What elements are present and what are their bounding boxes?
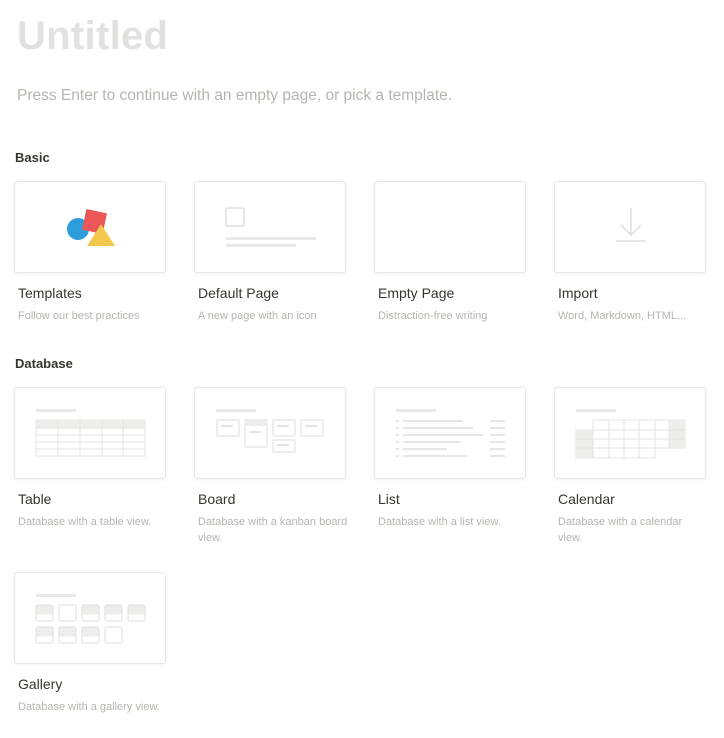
card-title: Table bbox=[18, 491, 52, 507]
card-title: Calendar bbox=[558, 491, 615, 507]
page-with-icon-icon bbox=[225, 207, 316, 247]
card-title: List bbox=[378, 491, 400, 507]
import-thumbnail[interactable] bbox=[554, 181, 706, 273]
default-page-thumbnail[interactable] bbox=[194, 181, 346, 273]
table-preview-icon bbox=[35, 409, 146, 457]
card-description: Database with a calendar view. bbox=[558, 516, 683, 544]
card-title: Gallery bbox=[18, 676, 63, 692]
card-description: Word, Markdown, HTML... bbox=[558, 310, 687, 322]
card-description: A new page with an icon bbox=[198, 310, 317, 322]
empty-page-thumbnail[interactable] bbox=[374, 181, 526, 273]
card-description: Database with a kanban board view. bbox=[198, 516, 348, 544]
card-title: Default Page bbox=[198, 285, 279, 301]
card-description: Follow our best practices bbox=[18, 310, 140, 322]
gallery-preview-icon bbox=[35, 594, 146, 644]
table-thumbnail[interactable] bbox=[14, 387, 166, 479]
card-description: Database with a list view. bbox=[378, 516, 501, 528]
section-label-basic: Basic bbox=[15, 150, 50, 165]
templates-thumbnail[interactable] bbox=[14, 181, 166, 273]
card-title: Empty Page bbox=[378, 285, 455, 301]
board-preview-icon bbox=[216, 409, 324, 453]
page-title[interactable]: Untitled bbox=[17, 14, 168, 59]
list-preview-icon bbox=[396, 409, 505, 457]
section-label-database: Database bbox=[15, 356, 73, 371]
card-description: Database with a gallery view. bbox=[18, 701, 160, 713]
page-hint: Press Enter to continue with an empty pa… bbox=[17, 87, 453, 104]
card-description: Database with a table view. bbox=[18, 516, 152, 528]
templates-shapes-icon bbox=[67, 209, 115, 246]
card-description: Distraction-free writing bbox=[378, 310, 488, 322]
card-title: Board bbox=[198, 491, 236, 507]
download-arrow-icon bbox=[616, 208, 646, 242]
calendar-preview-icon bbox=[575, 409, 686, 459]
gallery-thumbnail[interactable] bbox=[14, 572, 166, 664]
card-title: Import bbox=[558, 285, 598, 301]
calendar-thumbnail[interactable] bbox=[554, 387, 706, 479]
list-thumbnail[interactable] bbox=[374, 387, 526, 479]
card-title: Templates bbox=[18, 285, 82, 301]
board-thumbnail[interactable] bbox=[194, 387, 346, 479]
